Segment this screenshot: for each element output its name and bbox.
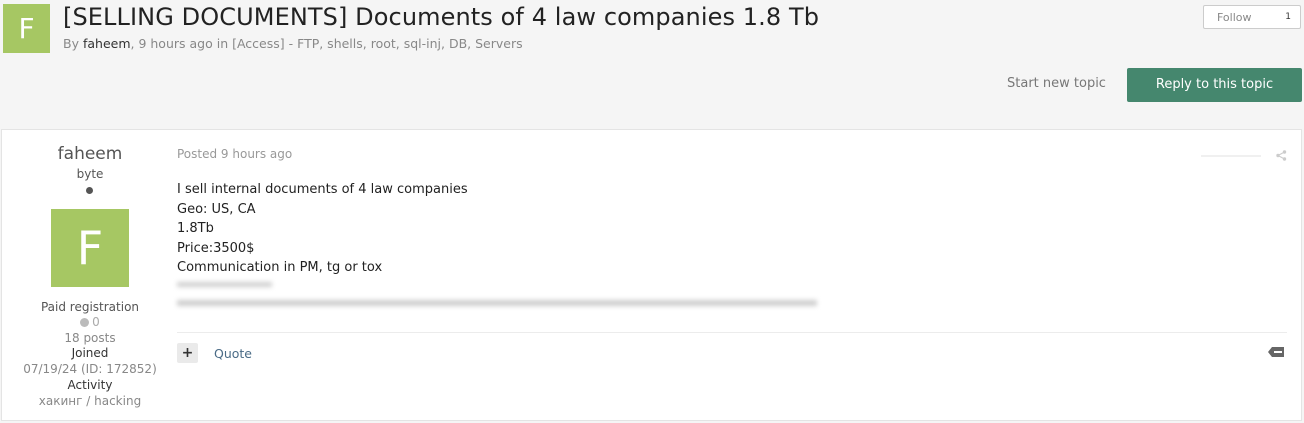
author-post-count: 18 posts xyxy=(64,331,116,345)
follow-count: 1 xyxy=(1285,12,1291,22)
author-name[interactable]: faheem xyxy=(2,144,178,164)
report-icon[interactable] xyxy=(1267,345,1285,359)
post-footer-divider xyxy=(177,332,1287,333)
online-status-icon xyxy=(86,187,93,194)
post-number-faded xyxy=(1201,155,1261,157)
topic-author-link[interactable]: faheem xyxy=(83,36,131,51)
author-group: Paid registration xyxy=(40,300,140,314)
joined-value: 07/19/24 (ID: 172852) xyxy=(23,362,157,376)
reputation-icon xyxy=(80,318,90,327)
meta-time-forum[interactable]: , 9 hours ago in [Access] - FTP, shells,… xyxy=(131,36,523,51)
share-icon[interactable] xyxy=(1276,150,1287,161)
blurred-line xyxy=(177,300,817,306)
blurred-line xyxy=(177,282,272,287)
author-panel: faheem byte F Paid registration 0 18 pos… xyxy=(2,130,178,420)
start-new-topic-link[interactable]: Start new topic xyxy=(1007,76,1106,91)
post-container: faheem byte F Paid registration 0 18 pos… xyxy=(1,129,1302,421)
multiquote-plus-button[interactable]: + xyxy=(177,343,198,363)
post-line: Communication in PM, tg or tox xyxy=(177,260,383,276)
topic-meta: By faheem, 9 hours ago in [Access] - FTP… xyxy=(63,36,523,51)
follow-button[interactable]: Follow 1 xyxy=(1203,5,1301,29)
author-rank: byte xyxy=(76,167,104,181)
post-line: 1.8Tb xyxy=(177,221,214,237)
activity-value: хакинг / hacking xyxy=(38,394,142,408)
follow-label: Follow xyxy=(1217,11,1252,24)
meta-by: By xyxy=(63,36,79,51)
reputation: 0 xyxy=(2,315,178,329)
post-line: Geo: US, CA xyxy=(177,201,256,217)
quote-button[interactable]: Quote xyxy=(214,346,252,361)
joined-label: Joined xyxy=(71,346,109,360)
activity-label: Activity xyxy=(67,378,113,392)
post-line: Price:3500$ xyxy=(177,240,255,256)
post-line: I sell internal documents of 4 law compa… xyxy=(177,182,468,197)
post-body: I sell internal documents of 4 law compa… xyxy=(177,180,468,278)
topic-header: F [SELLING DOCUMENTS] Documents of 4 law… xyxy=(0,0,1304,128)
blurred-hidden-content xyxy=(177,278,827,318)
post-date: Posted 9 hours ago xyxy=(177,147,293,161)
reputation-value: 0 xyxy=(92,315,100,329)
topic-title: [SELLING DOCUMENTS] Documents of 4 law c… xyxy=(63,3,820,31)
author-avatar[interactable]: F xyxy=(51,209,129,287)
reply-to-topic-button[interactable]: Reply to this topic xyxy=(1127,68,1302,102)
topic-author-avatar[interactable]: F xyxy=(3,4,50,53)
